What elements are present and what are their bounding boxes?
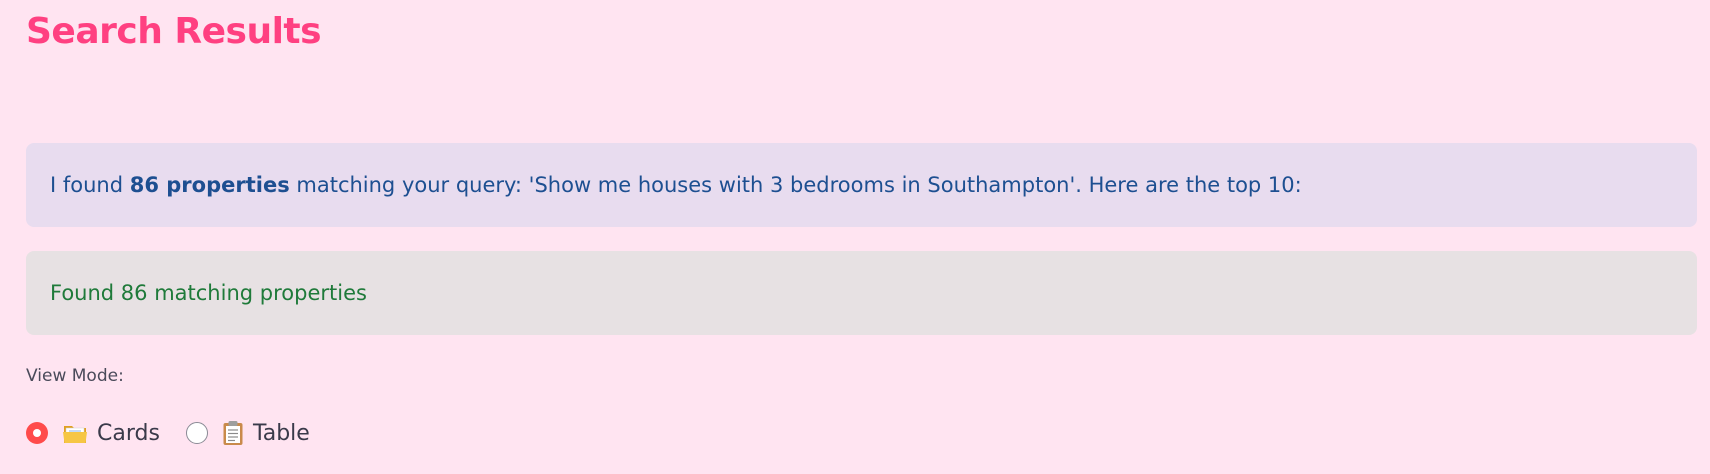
- clipboard-icon: [222, 420, 244, 446]
- info-alert-prefix: I found: [50, 173, 130, 197]
- radio-option-table[interactable]: Table: [185, 420, 310, 446]
- info-alert-count: 86 properties: [129, 173, 290, 197]
- radio-button-cards[interactable]: [26, 422, 48, 444]
- radio-label-cards: Cards: [97, 420, 160, 446]
- info-alert-text: I found 86 properties matching your quer…: [50, 171, 1302, 199]
- radio-option-cards[interactable]: Cards: [26, 421, 160, 446]
- radio-label-table: Table: [252, 420, 310, 446]
- radio-button-table[interactable]: [185, 422, 208, 444]
- main-content: Search Results I found 86 properties mat…: [26, 0, 1697, 474]
- view-mode-radio-group: Cards Table: [26, 418, 336, 448]
- page-title: Search Results: [26, 11, 322, 52]
- success-alert: Found 86 matching properties: [26, 251, 1697, 335]
- info-alert-suffix: matching your query: 'Show me houses wit…: [289, 173, 1302, 197]
- info-alert: I found 86 properties matching your quer…: [26, 143, 1697, 227]
- success-alert-text: Found 86 matching properties: [50, 281, 367, 305]
- view-mode-label: View Mode:: [26, 366, 124, 386]
- folder-icon: [62, 421, 88, 445]
